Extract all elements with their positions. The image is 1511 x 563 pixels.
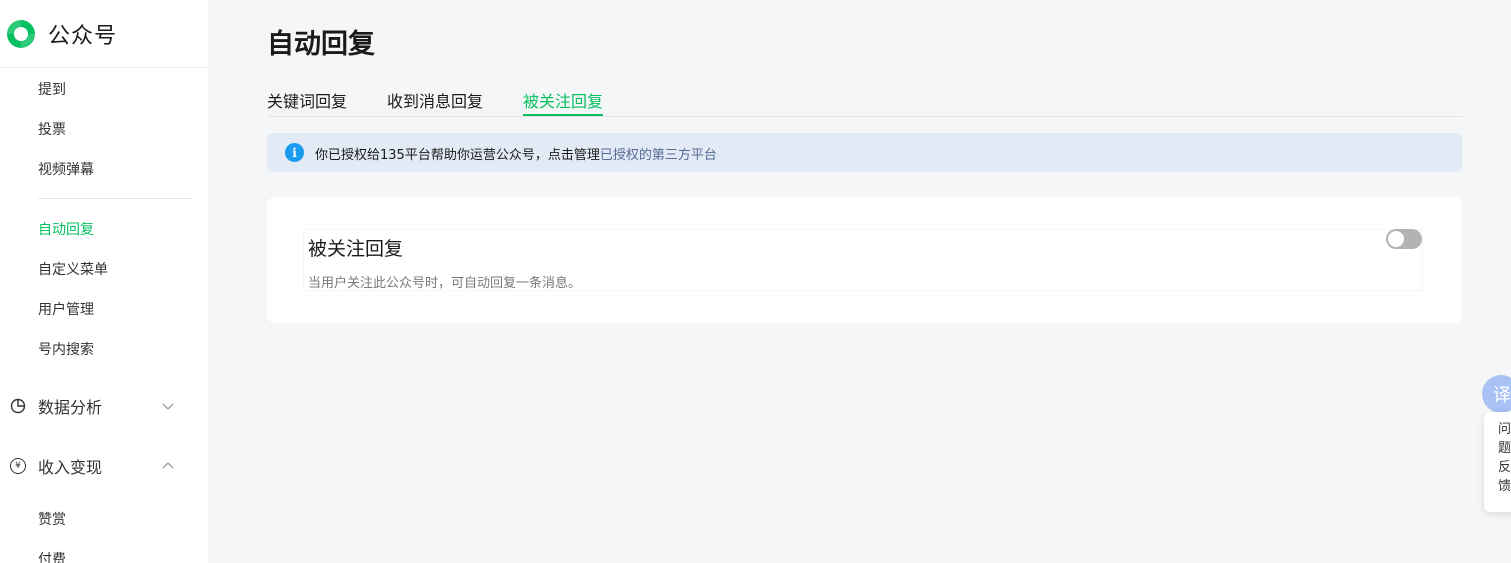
sidebar-item-video-danmaku[interactable]: 视频弹幕 — [38, 159, 94, 179]
third-party-platform-link[interactable]: 已授权的第三方平台 — [600, 148, 717, 163]
card-content: 被关注回复 当用户关注此公众号时，可自动回复一条消息。 — [303, 229, 1423, 291]
sidebar-item-auto-reply[interactable]: 自动回复 — [38, 219, 94, 239]
active-tab-indicator — [523, 114, 603, 116]
feedback-button[interactable]: 问 题 反 馈 — [1484, 412, 1511, 512]
pie-chart-icon — [10, 398, 26, 414]
info-icon: i — [285, 143, 304, 162]
brand-name: 公众号 — [48, 23, 118, 49]
feedback-char: 题 — [1498, 441, 1511, 456]
sidebar-group-label: 收入变现 — [38, 458, 103, 477]
notice-message: 你已授权给135平台帮助你运营公众号，点击管理 — [315, 148, 600, 163]
sidebar-item-appreciation[interactable]: 赞赏 — [38, 509, 66, 529]
wechat-official-account-logo-icon — [7, 19, 35, 48]
tab-bar: 关键词回复 收到消息回复 被关注回复 — [267, 86, 1462, 117]
follow-reply-card: 被关注回复 当用户关注此公众号时，可自动回复一条消息。 — [267, 197, 1462, 323]
chevron-down-icon — [162, 403, 174, 410]
sidebar-group-data-analysis[interactable]: 数据分析 — [0, 394, 208, 418]
sidebar: 公众号 提到 投票 视频弹幕 自动回复 自定义菜单 用户管理 号内搜索 数据分析… — [0, 0, 208, 563]
card-title: 被关注回复 — [308, 238, 404, 260]
sidebar-item-custom-menu[interactable]: 自定义菜单 — [38, 259, 108, 279]
translate-button[interactable]: 译 — [1482, 375, 1511, 413]
sidebar-item-in-account-search[interactable]: 号内搜索 — [38, 339, 94, 359]
sidebar-item-vote[interactable]: 投票 — [38, 119, 66, 139]
yen-icon: ¥ — [10, 458, 26, 474]
sidebar-group-monetization[interactable]: ¥ 收入变现 — [0, 454, 208, 478]
brand-header[interactable]: 公众号 — [0, 0, 208, 68]
sidebar-item-mentions[interactable]: 提到 — [38, 79, 66, 99]
feedback-char: 问 — [1498, 422, 1511, 437]
feedback-char: 反 — [1498, 460, 1511, 475]
toggle-knob — [1388, 231, 1404, 247]
feedback-char: 馈 — [1498, 479, 1511, 494]
tab-message-reply[interactable]: 收到消息回复 — [387, 88, 483, 112]
sidebar-item-paid[interactable]: 付费 — [38, 549, 66, 563]
tab-keyword-reply[interactable]: 关键词回复 — [267, 88, 347, 112]
follow-reply-toggle[interactable] — [1386, 229, 1422, 249]
sidebar-item-user-management[interactable]: 用户管理 — [38, 299, 94, 319]
notice-text: 你已授权给135平台帮助你运营公众号，点击管理已授权的第三方平台 — [315, 144, 717, 163]
page-title: 自动回复 — [267, 29, 375, 60]
tab-follow-reply[interactable]: 被关注回复 — [523, 88, 603, 112]
authorization-notice: i 你已授权给135平台帮助你运营公众号，点击管理已授权的第三方平台 — [267, 133, 1462, 172]
sidebar-divider — [38, 198, 192, 199]
sidebar-group-label: 数据分析 — [38, 398, 103, 417]
chevron-up-icon — [162, 462, 174, 469]
card-description: 当用户关注此公众号时，可自动回复一条消息。 — [308, 276, 582, 291]
